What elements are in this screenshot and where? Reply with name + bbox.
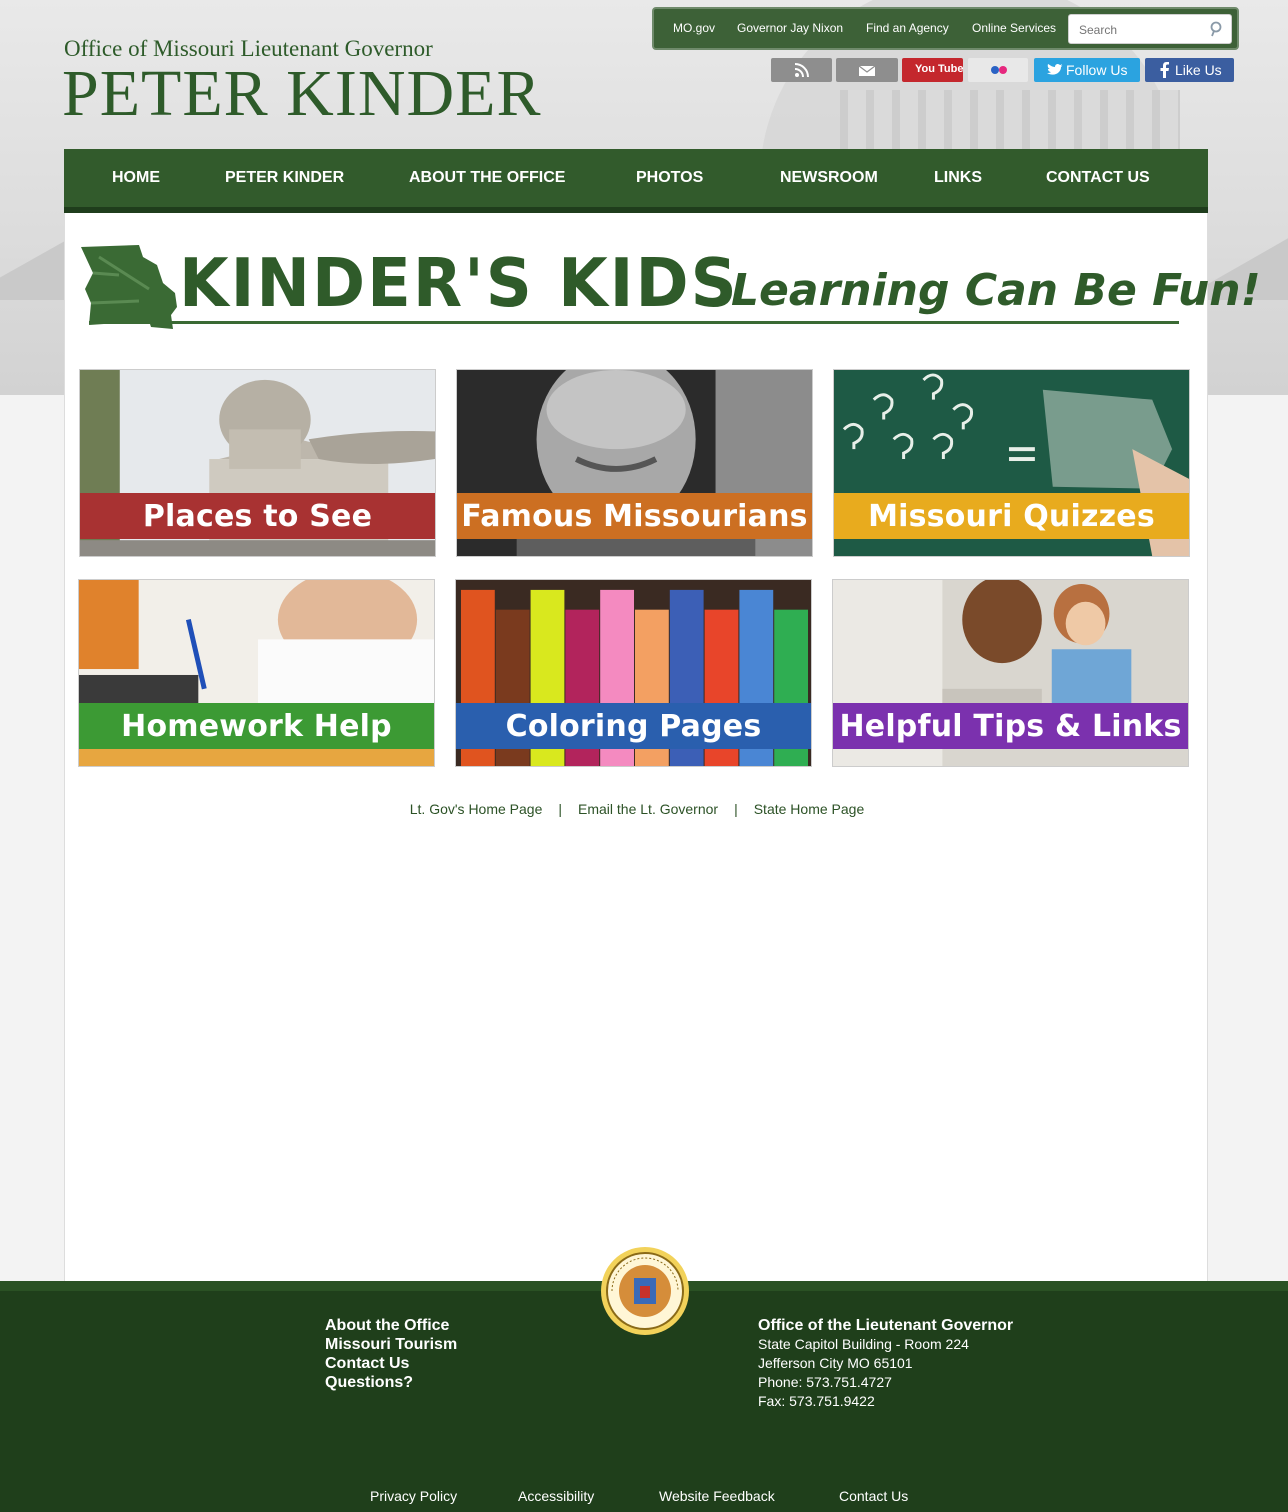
tile-label: Places to See xyxy=(142,498,373,534)
address-line: Jefferson City MO 65101 xyxy=(758,1355,913,1371)
tile-label-bar: Homework Help xyxy=(79,703,434,749)
link-separator: | xyxy=(558,801,563,817)
tile-homework-help[interactable]: Homework Help xyxy=(78,579,435,767)
address-line: State Capitol Building - Room 224 xyxy=(758,1336,969,1352)
link-separator: | xyxy=(734,801,738,817)
tile-label-bar: Coloring Pages xyxy=(456,703,811,749)
search-box xyxy=(1068,14,1232,44)
tile-label: Famous Missourians xyxy=(461,498,808,534)
utility-link-find-agency[interactable]: Find an Agency xyxy=(866,21,949,35)
tile-missouri-quizzes[interactable]: Missouri Quizzes xyxy=(833,369,1190,557)
banner-underline xyxy=(89,321,1179,324)
address-fax: Fax: 573.751.9422 xyxy=(758,1393,875,1409)
nav-peter-kinder[interactable]: PETER KINDER xyxy=(225,169,344,187)
footer-website-feedback[interactable]: Website Feedback xyxy=(659,1488,775,1504)
nav-photos[interactable]: PHOTOS xyxy=(636,169,703,187)
nav-newsroom[interactable]: NEWSROOM xyxy=(780,169,878,187)
tile-places-to-see[interactable]: Places to See xyxy=(79,369,436,557)
nav-about-the-office[interactable]: ABOUT THE OFFICE xyxy=(409,169,565,187)
main-nav: HOME PETER KINDER ABOUT THE OFFICE PHOTO… xyxy=(64,149,1208,213)
tile-label-bar: Helpful Tips & Links xyxy=(833,703,1188,749)
footer-link-contact[interactable]: Contact Us xyxy=(325,1354,457,1373)
footer-link-tourism[interactable]: Missouri Tourism xyxy=(325,1335,457,1354)
kids-links-row: Lt. Gov's Home Page | Email the Lt. Govern… xyxy=(65,801,1209,817)
tile-label: Homework Help xyxy=(121,708,392,744)
twitter-bird-icon xyxy=(1047,63,1063,75)
youtube-button[interactable]: You Tube xyxy=(902,58,963,82)
footer-address: Office of the Lieutenant Governor State … xyxy=(758,1316,1013,1411)
utility-link-mogov[interactable]: MO.gov xyxy=(673,21,715,35)
tile-label: Helpful Tips & Links xyxy=(839,708,1182,744)
nav-links[interactable]: LINKS xyxy=(934,169,982,187)
search-icon[interactable] xyxy=(1209,21,1223,37)
missouri-state-icon xyxy=(81,245,177,329)
link-lt-gov-home[interactable]: Lt. Gov's Home Page xyxy=(410,801,543,817)
facebook-label: Like Us xyxy=(1175,62,1222,78)
address-phone: Phone: 573.751.4727 xyxy=(758,1374,892,1390)
tile-label: Coloring Pages xyxy=(505,708,762,744)
rss-button[interactable] xyxy=(771,58,832,82)
rss-icon xyxy=(795,63,809,77)
email-button[interactable] xyxy=(836,58,898,82)
utility-link-governor[interactable]: Governor Jay Nixon xyxy=(737,21,843,35)
tile-label: Missouri Quizzes xyxy=(868,498,1155,534)
footer-link-questions[interactable]: Questions? xyxy=(325,1373,457,1392)
state-seal-icon xyxy=(601,1247,689,1335)
link-email-lt-governor[interactable]: Email the Lt. Governor xyxy=(578,801,718,817)
link-state-home[interactable]: State Home Page xyxy=(754,801,865,817)
banner-title: KINDER'S KIDS xyxy=(179,245,739,323)
address-title: Office of the Lieutenant Governor xyxy=(758,1317,1014,1334)
twitter-follow-button[interactable]: Follow Us xyxy=(1034,58,1140,82)
kinders-kids-banner: KINDER'S KIDS Learning Can Be Fun! xyxy=(79,241,1261,336)
main-content: KINDER'S KIDS Learning Can Be Fun! Place… xyxy=(64,213,1261,1281)
facebook-like-button[interactable]: Like Us xyxy=(1145,58,1234,82)
footer-link-about[interactable]: About the Office xyxy=(325,1316,457,1335)
flickr-icon xyxy=(991,66,1007,74)
nav-home[interactable]: HOME xyxy=(112,169,160,187)
utility-bar: MO.gov Governor Jay Nixon Find an Agency… xyxy=(652,7,1239,50)
tile-label-bar: Famous Missourians xyxy=(457,493,812,539)
footer-links: About the Office Missouri Tourism Contac… xyxy=(325,1316,457,1392)
tile-label-bar: Places to See xyxy=(80,493,435,539)
search-input[interactable] xyxy=(1079,21,1199,39)
footer-accessibility[interactable]: Accessibility xyxy=(518,1488,594,1504)
footer-contact-us[interactable]: Contact Us xyxy=(839,1488,908,1504)
tile-helpful-tips-links[interactable]: Helpful Tips & Links xyxy=(832,579,1189,767)
nav-contact-us[interactable]: CONTACT US xyxy=(1046,169,1150,187)
capitol-columns-graphic xyxy=(840,90,1180,150)
email-icon xyxy=(859,65,875,76)
footer-privacy-policy[interactable]: Privacy Policy xyxy=(370,1488,457,1504)
facebook-icon xyxy=(1160,62,1169,78)
site-title[interactable]: PETER KINDER xyxy=(62,58,541,130)
flickr-button[interactable] xyxy=(968,58,1028,82)
utility-link-online-services[interactable]: Online Services xyxy=(972,21,1056,35)
tile-label-bar: Missouri Quizzes xyxy=(834,493,1189,539)
twitter-label: Follow Us xyxy=(1066,62,1128,78)
youtube-label: You Tube xyxy=(915,63,964,75)
tile-famous-missourians[interactable]: Famous Missourians xyxy=(456,369,813,557)
tile-coloring-pages[interactable]: Coloring Pages xyxy=(455,579,812,767)
banner-tagline: Learning Can Be Fun! xyxy=(731,265,1261,316)
